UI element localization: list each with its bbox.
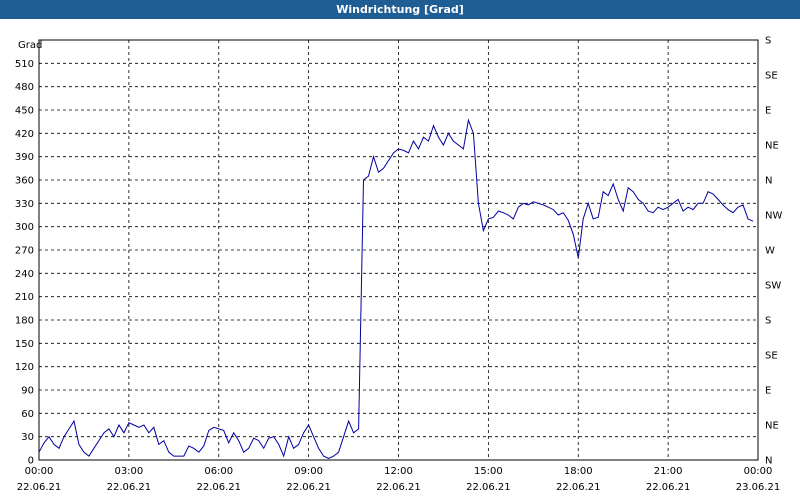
y-tick-label: 420 [15,129,34,140]
y-tick-label: 450 [15,106,34,117]
x-tick-date: 22.06.21 [556,482,601,493]
x-tick-time: 18:00 [564,466,593,477]
x-axis-ticks: 00:00 22.06.21 03:00 22.06.21 06:00 22.06.21 0… [17,466,781,493]
right-tick-label: E [765,386,771,397]
right-tick-label: N [765,176,772,187]
right-tick-label: N [765,456,772,467]
right-tick-label: SW [765,281,781,292]
x-tick-time: 21:00 [654,466,683,477]
grid-lines [39,40,758,460]
y-tick-label: 510 [15,59,34,70]
right-tick-label: NE [765,421,779,432]
x-tick-date: 22.06.21 [107,482,152,493]
right-tick-label: E [765,106,771,117]
y-tick-label: 180 [15,316,34,327]
y-tick-label: 150 [15,339,34,350]
y-tick-label: 330 [15,199,34,210]
y-tick-label: 360 [15,176,34,187]
x-tick-time: 12:00 [384,466,413,477]
x-tick-time: 09:00 [294,466,323,477]
y-tick-label: 480 [15,82,34,93]
x-tick-time: 00:00 [744,466,773,477]
y-tick-label: 90 [21,386,34,397]
right-tick-label: NW [765,211,782,222]
y-tick-label: 300 [15,222,34,233]
x-tick-time: 06:00 [204,466,233,477]
line-chart: Grad 0 30 60 90 120 150 180 210 240 270 300 330 360 3… [15,36,783,494]
y-tick-label: 210 [15,292,34,303]
y-tick-label: 60 [21,409,34,420]
y-axis-label: Grad [18,40,42,51]
x-tick-time: 03:00 [114,466,143,477]
x-tick-time: 15:00 [474,466,503,477]
series-line [38,118,754,459]
y-axis-ticks: 0 30 60 90 120 150 180 210 240 270 300 330 360 390 420… [15,59,34,467]
right-tick-label: SE [765,71,778,82]
right-tick-label: S [765,36,771,47]
right-axis-ticks: N NE E SE S SW W NW N NE E SE S [765,36,782,467]
x-tick-time: 00:00 [25,466,54,477]
y-tick-label: 30 [21,432,34,443]
right-tick-label: SE [765,351,778,362]
x-tick-date: 22.06.21 [646,482,691,493]
y-tick-label: 270 [15,246,34,257]
x-tick-date: 22.06.21 [196,482,241,493]
y-tick-label: 0 [28,456,34,467]
right-tick-label: W [765,246,775,257]
y-tick-label: 390 [15,152,34,163]
right-tick-label: S [765,316,771,327]
x-tick-date: 22.06.21 [286,482,331,493]
x-tick-date: 23.06.21 [736,482,781,493]
window-title: Windrichtung [Grad] [0,0,800,19]
x-tick-date: 22.06.21 [17,482,62,493]
right-tick-label: NE [765,141,779,152]
x-tick-date: 22.06.21 [466,482,511,493]
x-tick-date: 22.06.21 [376,482,421,493]
y-tick-label: 240 [15,269,34,280]
y-tick-label: 120 [15,362,34,373]
